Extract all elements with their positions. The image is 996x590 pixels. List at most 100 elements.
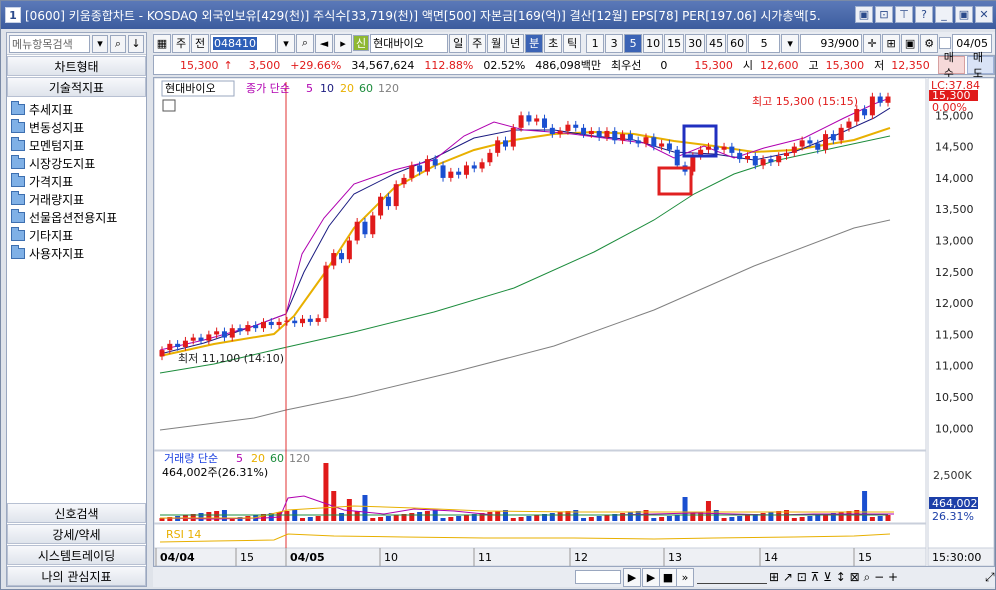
more-icon[interactable]: ▸ <box>334 33 352 53</box>
candle-body <box>502 140 508 147</box>
period-day[interactable]: 일 <box>449 33 468 53</box>
count-dropdown-icon[interactable]: ▾ <box>781 33 800 53</box>
draw-tools-icon[interactable]: ⊞ ↗ ⊡ ⊼ ⊻ ↕ ⊠ ⌕ − + <box>769 570 898 585</box>
range-display[interactable]: 93/900 <box>800 33 863 53</box>
buy-button[interactable]: 매수 <box>937 51 965 80</box>
candle-body <box>237 328 243 332</box>
y-tick-label: 10,000 <box>935 422 974 435</box>
x-axis-label: 14 <box>764 551 778 564</box>
candle-body <box>612 130 618 141</box>
tree-item[interactable]: 가격지표 <box>11 172 142 190</box>
interval-15[interactable]: 15 <box>664 33 685 53</box>
volume-bar <box>549 513 555 521</box>
period-tick[interactable]: 틱 <box>563 33 582 53</box>
period-year[interactable]: 년 <box>506 33 525 53</box>
left-bottom-menu: 신호검색 강세/약세 시스템트레이딩 나의 관심지표 <box>7 502 146 586</box>
restore-icon[interactable]: ⊡ <box>875 6 893 23</box>
help-icon[interactable]: ? <box>915 6 933 23</box>
speaker-icon[interactable]: ◄ <box>315 33 333 53</box>
menu-search-input[interactable]: 메뉴항목검색 <box>9 34 90 53</box>
tree-item[interactable]: 추세지표 <box>11 100 142 118</box>
date-checkbox[interactable] <box>939 37 952 49</box>
interval-60[interactable]: 60 <box>727 33 748 53</box>
window-number[interactable]: 1 <box>5 7 21 23</box>
zoom-fit-icon[interactable]: ⤢ <box>985 570 995 585</box>
chart-svg[interactable]: 15,00014,50014,00013,50013,00012,50012,0… <box>154 78 994 566</box>
candle-body <box>643 137 649 144</box>
settings-icon[interactable]: ⚙ <box>920 33 939 53</box>
layout-icon[interactable]: ▣ <box>855 6 873 23</box>
table-icon[interactable] <box>162 99 176 112</box>
y-tick-label: 14,000 <box>935 172 974 185</box>
zoom-icon[interactable]: ⊞ <box>882 33 901 53</box>
candle-body <box>354 221 360 241</box>
tree-item[interactable]: 선물옵션전용지표 <box>11 208 142 226</box>
stock-code-input[interactable]: 048410 <box>210 33 276 53</box>
volume-bar <box>627 512 633 521</box>
volume-bar <box>323 463 329 521</box>
volume-bar <box>206 512 212 521</box>
tree-item[interactable]: 모멘텀지표 <box>11 136 142 154</box>
save-icon[interactable]: ▣ <box>901 33 920 53</box>
period-second[interactable]: 초 <box>544 33 563 53</box>
interval-5[interactable]: 5 <box>624 33 643 53</box>
candle-body <box>627 134 633 141</box>
minimize-icon[interactable]: _ <box>935 6 953 23</box>
type-select-2[interactable]: 전 <box>191 33 209 53</box>
period-minute[interactable]: 분 <box>525 33 544 53</box>
interval-30[interactable]: 30 <box>685 33 706 53</box>
down-arrow-icon[interactable]: ↓ <box>128 34 144 53</box>
interval-1[interactable]: 1 <box>586 33 605 53</box>
volume-bar <box>807 516 813 521</box>
dropdown-icon[interactable]: ▾ <box>92 34 108 53</box>
period-month[interactable]: 월 <box>487 33 506 53</box>
crosshair-icon[interactable]: ✛ <box>863 33 882 53</box>
window-title: [0600] 키움종합차트 - KOSDAQ 외국인보유[429(천)] 주식수… <box>25 8 821 23</box>
technical-indicator-header[interactable]: 기술적지표 <box>7 77 146 97</box>
candle-body <box>791 146 797 153</box>
grid-icon[interactable]: ▦ <box>153 33 171 53</box>
tree-item[interactable]: 거래량지표 <box>11 190 142 208</box>
candle-body <box>198 337 204 341</box>
interval-3[interactable]: 3 <box>605 33 624 53</box>
chart-area[interactable]: 15,000 14,500 14,000 13,500 13,000 12,500 12,0… <box>153 77 995 567</box>
chart-type-header[interactable]: 차트형태 <box>7 56 146 76</box>
tree-item[interactable]: 시장강도지표 <box>11 154 142 172</box>
interval-10[interactable]: 10 <box>643 33 664 53</box>
tree-item[interactable]: 변동성지표 <box>11 118 142 136</box>
scroll-track[interactable] <box>575 570 621 584</box>
speed-slider[interactable] <box>697 570 767 584</box>
low-note: 최저 11,100 (14:10) <box>178 352 284 365</box>
my-indicator-button[interactable]: 나의 관심지표 <box>7 566 146 586</box>
scroll-next-icon[interactable]: ▶ <box>623 568 641 587</box>
x-axis-label: 04/04 <box>160 551 195 564</box>
close-icon[interactable]: ✕ <box>975 6 993 23</box>
type-select-1[interactable]: 주 <box>172 33 190 53</box>
count-select[interactable]: 5 <box>748 33 781 53</box>
tree-item[interactable]: 기타지표 <box>11 226 142 244</box>
candle-body <box>307 318 313 322</box>
folder-icon <box>11 226 25 241</box>
strength-button[interactable]: 강세/약세 <box>7 524 146 544</box>
signal-search-button[interactable]: 신호검색 <box>7 503 146 523</box>
price-current: 15,300 <box>180 58 219 72</box>
period-week[interactable]: 주 <box>468 33 487 53</box>
volume-bar <box>768 512 774 521</box>
interval-45[interactable]: 45 <box>706 33 727 53</box>
sell-button[interactable]: 매도 <box>966 51 994 80</box>
volume-bar <box>620 513 626 521</box>
candle-body <box>518 115 524 128</box>
code-dropdown-icon[interactable]: ▾ <box>277 33 295 53</box>
system-trading-button[interactable]: 시스템트레이딩 <box>7 545 146 565</box>
stop-icon[interactable]: ■ <box>659 568 677 587</box>
maximize-icon[interactable]: ▣ <box>955 6 973 23</box>
candle-body <box>604 130 610 138</box>
folder-icon <box>11 244 25 259</box>
search-icon[interactable]: ⌕ <box>296 33 314 53</box>
fast-forward-icon[interactable]: » <box>676 568 694 587</box>
search-icon[interactable]: ⌕ <box>110 34 126 53</box>
tree-item[interactable]: 사용자지표 <box>11 244 142 262</box>
pin-icon[interactable]: ⊤ <box>895 6 913 23</box>
volume-bar <box>604 515 610 521</box>
play-icon[interactable]: ▶ <box>642 568 660 587</box>
